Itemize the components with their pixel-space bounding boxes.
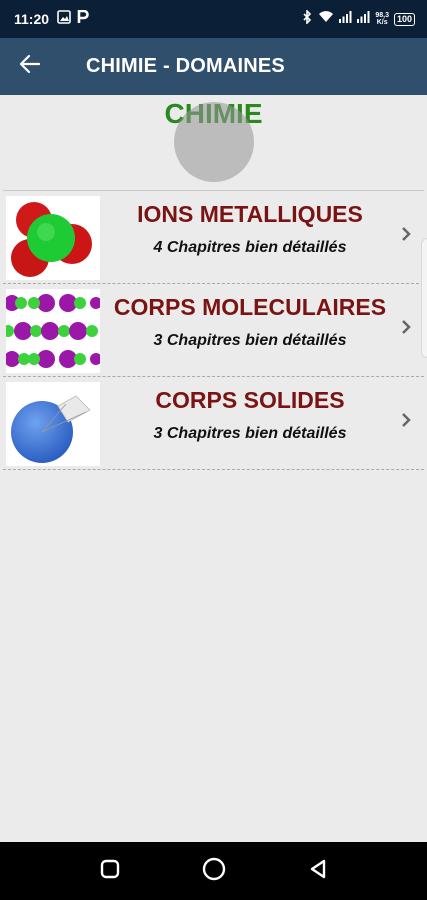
- item-title: IONS METALLIQUES: [137, 201, 363, 227]
- list-item[interactable]: IONS METALLIQUES 4 Chapitres bien détail…: [3, 191, 424, 284]
- home-icon: [202, 857, 226, 886]
- chevron-right-icon: [398, 316, 414, 338]
- ion-molecule-image: [6, 196, 100, 280]
- list-item[interactable]: CORPS SOLIDES 3 Chapitres bien détaillés: [3, 377, 424, 470]
- app-bar: CHIMIE - DOMAINES: [0, 38, 427, 95]
- list-item[interactable]: CORPS MOLECULAIRES 3 Chapitres bien déta…: [3, 284, 424, 377]
- signal-icon: [339, 10, 352, 28]
- status-bar: 11:20 98,3 K/s 100: [0, 0, 427, 38]
- chevron-right-icon: [398, 409, 414, 431]
- app-title: CHIMIE - DOMAINES: [86, 55, 285, 77]
- domain-list: IONS METALLIQUES 4 Chapitres bien détail…: [3, 190, 424, 470]
- item-subtitle: 3 Chapitres bien détaillés: [153, 332, 347, 349]
- item-subtitle: 3 Chapitres bien détaillés: [153, 425, 347, 442]
- recents-icon: [100, 859, 120, 884]
- navigation-bar: [0, 842, 427, 900]
- wifi-icon: [318, 10, 334, 28]
- signal-icon: [357, 10, 370, 28]
- network-speed: 98,3 K/s: [375, 12, 389, 26]
- item-title: CORPS SOLIDES: [155, 387, 345, 413]
- system-back-button[interactable]: [301, 854, 335, 888]
- recents-button[interactable]: [93, 854, 127, 888]
- back-triangle-icon: [308, 858, 328, 885]
- home-button[interactable]: [197, 854, 231, 888]
- item-subtitle: 4 Chapitres bien détaillés: [153, 239, 347, 256]
- edge-panel-handle[interactable]: [421, 238, 427, 358]
- touch-ripple: [174, 102, 254, 182]
- back-button[interactable]: [0, 38, 60, 95]
- image-icon: [57, 9, 71, 29]
- bluetooth-icon: [301, 8, 313, 29]
- molecular-lattice-image: [6, 289, 100, 373]
- status-time: 11:20: [14, 11, 50, 27]
- parking-icon: [77, 9, 89, 29]
- arrow-left-icon: [19, 53, 41, 80]
- battery-icon: 100: [393, 12, 415, 26]
- solid-sphere-image: [6, 382, 100, 466]
- chevron-right-icon: [398, 223, 414, 245]
- item-title: CORPS MOLECULAIRES: [113, 294, 387, 320]
